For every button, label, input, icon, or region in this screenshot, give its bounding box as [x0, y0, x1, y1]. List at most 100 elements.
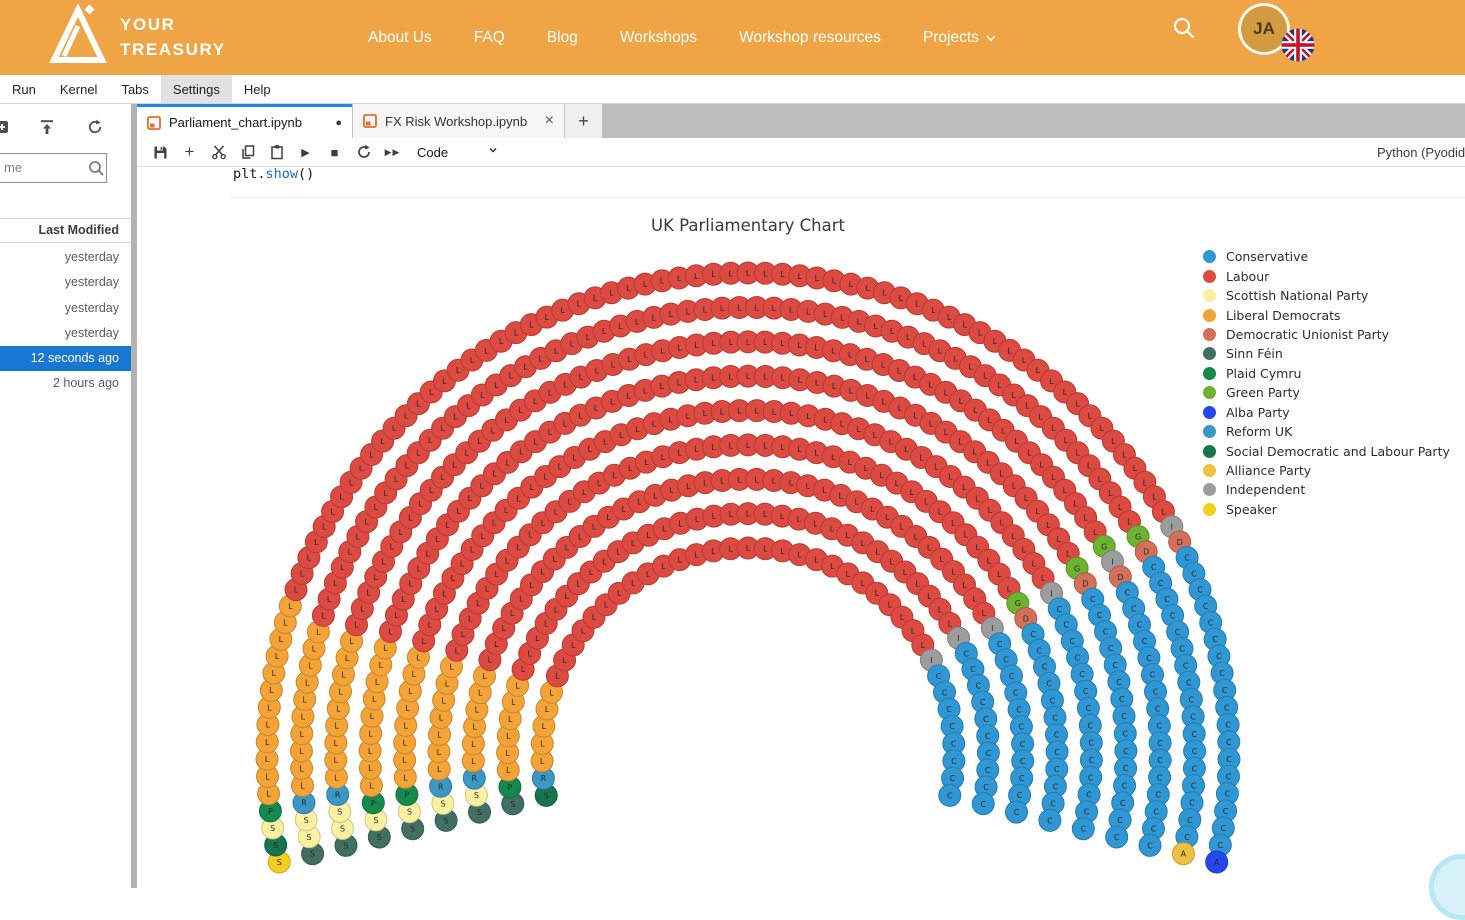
header-search-button[interactable]	[1172, 16, 1196, 45]
legend-item-speaker: Speaker	[1203, 500, 1450, 519]
legend-item-labour: Labour	[1203, 266, 1450, 285]
legend-item-liberal_democrats: Liberal Democrats	[1203, 305, 1450, 324]
upload-icon[interactable]	[38, 118, 56, 136]
code-cell-line[interactable]: plt.show()	[233, 166, 314, 182]
restart-run-all-button[interactable]: ▶▶	[378, 139, 407, 165]
file-row-modified[interactable]: yesterday	[0, 270, 131, 295]
code-token: ()	[298, 166, 314, 182]
legend-label: Alba Party	[1226, 405, 1290, 420]
legend-label: Democratic Unionist Party	[1226, 327, 1389, 342]
restart-kernel-button[interactable]	[349, 139, 378, 165]
unsaved-changes-dot: ●	[335, 117, 342, 129]
file-row-modified[interactable]: yesterday	[0, 321, 131, 346]
copy-cells-button[interactable]	[233, 139, 262, 165]
legend-label: Independent	[1226, 482, 1305, 497]
notebook-icon	[147, 116, 161, 130]
file-browser-sidebar: me Last Modified yesterdayyesterdayyeste…	[0, 104, 131, 888]
nav-item-workshops[interactable]: Workshops	[620, 29, 697, 47]
filter-search-icon	[88, 160, 105, 182]
legend-marker	[1203, 386, 1216, 399]
code-token-function: show	[266, 166, 299, 182]
tab-label: FX Risk Workshop.ipynb	[385, 114, 527, 129]
legend-item-conservative: Conservative	[1203, 247, 1450, 266]
file-filter-text: me	[4, 160, 22, 175]
file-row-modified[interactable]: 12 seconds ago	[0, 346, 131, 371]
legend-item-alba: Alba Party	[1203, 403, 1450, 422]
nav-item-about-us[interactable]: About Us	[368, 29, 432, 47]
legend-item-dup: Democratic Unionist Party	[1203, 325, 1450, 344]
chevron-down-icon[interactable]	[486, 143, 500, 162]
run-cell-button[interactable]: ▶	[291, 139, 320, 165]
legend-label: Green Party	[1226, 385, 1300, 400]
tab-fx-risk-workshop[interactable]: FX Risk Workshop.ipynb ×	[352, 104, 565, 138]
legend-marker	[1203, 483, 1216, 496]
stop-kernel-button[interactable]: ■	[320, 139, 349, 165]
menubar-item-run[interactable]: Run	[0, 75, 48, 103]
nav-item-workshop-resources[interactable]: Workshop resources	[739, 29, 881, 47]
save-button[interactable]	[146, 139, 175, 165]
legend-marker	[1203, 289, 1216, 302]
nav-item-blog[interactable]: Blog	[547, 29, 578, 47]
close-icon[interactable]: ×	[545, 113, 554, 129]
legend-item-green: Green Party	[1203, 383, 1450, 402]
legend-marker	[1203, 347, 1216, 360]
legend-marker	[1203, 503, 1216, 516]
notebook-toolbar: + ▶ ■ ▶▶ Code Python (Pyodide)	[137, 138, 1465, 167]
new-launcher-button[interactable]	[0, 118, 11, 136]
kernel-name[interactable]: Python (Pyodide)	[1377, 145, 1465, 160]
menubar-item-help[interactable]: Help	[232, 75, 283, 103]
cut-cells-button[interactable]	[204, 139, 233, 165]
legend-marker	[1203, 250, 1216, 263]
paste-cells-button[interactable]	[262, 139, 291, 165]
legend-label: Labour	[1226, 269, 1269, 284]
uk-flag-icon[interactable]	[1281, 28, 1315, 62]
legend-label: Liberal Democrats	[1226, 308, 1341, 323]
site-logo[interactable]: YOUR TREASURY	[44, 4, 226, 66]
legend-marker	[1203, 328, 1216, 341]
menubar-item-tabs[interactable]: Tabs	[109, 75, 160, 103]
tab-bar: Parliament_chart.ipynb ● FX Risk Worksho…	[137, 104, 1465, 138]
logo-line2: TREASURY	[120, 38, 226, 63]
file-row-modified[interactable]: yesterday	[0, 296, 131, 321]
legend-label: Social Democratic and Labour Party	[1226, 444, 1450, 459]
menubar-item-kernel[interactable]: Kernel	[48, 75, 110, 103]
search-icon	[1172, 16, 1196, 40]
legend-item-snp: Scottish National Party	[1203, 286, 1450, 305]
site-header: YOUR TREASURY About Us FAQ Blog Workshops Wo…	[0, 0, 1465, 75]
legend-label: Alliance Party	[1226, 463, 1311, 478]
chart-legend: Conservative Labour Scottish National Part…	[1203, 247, 1450, 519]
logo-triangle-icon	[44, 4, 108, 66]
legend-label: Conservative	[1226, 249, 1308, 264]
legend-marker	[1203, 425, 1216, 438]
tab-label: Parliament_chart.ipynb	[169, 115, 302, 130]
legend-label: Plaid Cymru	[1226, 366, 1301, 381]
legend-item-plaid_cymru: Plaid Cymru	[1203, 364, 1450, 383]
file-filter-input[interactable]: me	[0, 153, 107, 183]
legend-item-reform_uk: Reform UK	[1203, 422, 1450, 441]
logo-text: YOUR TREASURY	[120, 13, 226, 62]
legend-item-sinn_fein: Sinn Féin	[1203, 344, 1450, 363]
avatar-initials: JA	[1253, 19, 1275, 39]
sidebar-splitter[interactable]	[131, 104, 137, 888]
legend-item-independent: Independent	[1203, 480, 1450, 499]
legend-label: Scottish National Party	[1226, 288, 1368, 303]
nav-item-faq[interactable]: FAQ	[474, 29, 505, 47]
code-token: plt.	[233, 166, 266, 182]
menubar-item-settings[interactable]: Settings	[161, 75, 232, 103]
file-row-modified[interactable]: yesterday	[0, 245, 131, 270]
refresh-icon[interactable]	[86, 118, 104, 136]
cell-type-dropdown[interactable]: Code	[417, 145, 448, 160]
legend-marker	[1203, 406, 1216, 419]
insert-cell-button[interactable]: +	[175, 139, 204, 165]
file-list: yesterdayyesterdayyesterdayyesterday12 s…	[0, 245, 131, 397]
tab-parliament-chart[interactable]: Parliament_chart.ipynb ●	[137, 104, 352, 138]
legend-marker	[1203, 367, 1216, 380]
nav-item-projects[interactable]: Projects	[923, 29, 997, 47]
legend-label: Sinn Féin	[1226, 346, 1283, 361]
legend-marker	[1203, 270, 1216, 283]
new-tab-button[interactable]: +	[565, 104, 602, 138]
legend-item-alliance: Alliance Party	[1203, 461, 1450, 480]
column-header-last-modified[interactable]: Last Modified	[0, 218, 131, 243]
chart-title: UK Parliamentary Chart	[651, 216, 845, 235]
file-row-modified[interactable]: 2 hours ago	[0, 371, 131, 396]
